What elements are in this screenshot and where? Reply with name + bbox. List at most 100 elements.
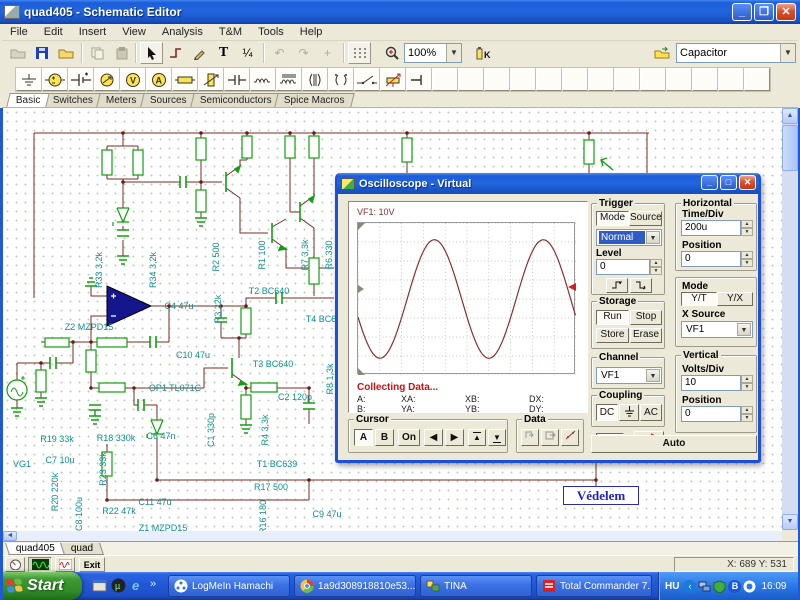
component-label[interactable]: C9 47u: [312, 509, 341, 519]
task-button-3[interactable]: TINA: [420, 575, 532, 597]
component-label[interactable]: R3 22k: [213, 295, 223, 324]
timediv-spinner[interactable]: 200u ▲ ▼: [681, 220, 753, 236]
oscilloscope-icon[interactable]: [28, 557, 52, 572]
timediv-up-icon[interactable]: ▲: [741, 220, 753, 228]
menu-tm[interactable]: T&M: [219, 26, 242, 38]
switch-icon[interactable]: [353, 67, 381, 92]
store-button[interactable]: Store: [596, 328, 629, 343]
trigger-mode-select[interactable]: Normal ▼: [596, 229, 662, 246]
xsource-dropdown-arrow[interactable]: ▼: [737, 323, 751, 336]
oscilloscope-titlebar[interactable]: Oscilloscope - Virtual _ □ ✕: [337, 173, 759, 194]
palette-tab-meters[interactable]: Meters: [96, 93, 147, 107]
coupling-ac-button[interactable]: AC: [640, 404, 662, 421]
quicklaunch-chevron-icon[interactable]: »: [150, 578, 156, 590]
transformer-icon[interactable]: [301, 67, 329, 92]
channel-select[interactable]: VF1 ▼: [596, 367, 662, 384]
paste-icon[interactable]: [110, 42, 133, 64]
component-label[interactable]: VG1: [13, 459, 31, 469]
inductor-icon[interactable]: [249, 67, 277, 92]
ammeter-icon[interactable]: A: [145, 67, 173, 92]
component-label[interactable]: R2 500: [211, 242, 221, 271]
vertical-scrollbar[interactable]: ▲ ▼: [782, 108, 798, 530]
crosshair-icon[interactable]: +: [316, 42, 339, 64]
coupling-ground-button[interactable]: [619, 404, 639, 421]
component-label[interactable]: T2 BC640: [249, 286, 290, 296]
redo-icon[interactable]: ↷: [292, 42, 315, 64]
data-curve-icon[interactable]: [561, 429, 579, 446]
cursor-b-button[interactable]: B: [375, 429, 394, 446]
component-label[interactable]: R17 500: [254, 482, 288, 492]
inductor-core-icon[interactable]: [275, 67, 303, 92]
current-generator-icon[interactable]: [93, 67, 121, 92]
coupled-inductor-icon[interactable]: [327, 67, 355, 92]
shield-tray-icon[interactable]: [713, 579, 726, 594]
cursor-on-button[interactable]: On: [398, 429, 420, 446]
auto-button[interactable]: Auto: [591, 435, 757, 453]
save-icon[interactable]: [30, 42, 53, 64]
voltage-source-icon[interactable]: [41, 67, 69, 92]
voltmeter-icon[interactable]: V: [119, 67, 147, 92]
grid-toggle-icon[interactable]: [348, 42, 371, 64]
signal-analyzer-icon[interactable]: [55, 557, 75, 572]
data-import-icon[interactable]: [521, 429, 539, 446]
component-label[interactable]: C6 47n: [146, 431, 175, 441]
trigger-mode-dropdown-arrow[interactable]: ▼: [646, 231, 660, 244]
quicklaunch-ie-icon[interactable]: e: [130, 578, 146, 594]
voltsdiv-spinner[interactable]: 10 ▲ ▼: [681, 375, 753, 391]
component-label[interactable]: T1 BC639: [257, 459, 298, 469]
component-label[interactable]: C7 10u: [45, 455, 74, 465]
cursor-bottom-icon[interactable]: ▼: [488, 429, 506, 446]
yt-mode-button[interactable]: Y/T: [681, 292, 717, 306]
component-label[interactable]: R6 330: [324, 240, 334, 269]
component-label[interactable]: R18 330k: [97, 433, 136, 443]
scroll-up-icon[interactable]: ▲: [782, 108, 798, 124]
erase-button[interactable]: Erase: [630, 328, 662, 343]
scope-close-button[interactable]: ✕: [739, 175, 756, 190]
component-label[interactable]: R34 3,2k: [148, 252, 158, 288]
trigger-mode-button[interactable]: Mode: [596, 211, 629, 226]
cursor-a-button[interactable]: A: [354, 429, 373, 446]
zoom-icon[interactable]: [380, 42, 403, 64]
exit-button[interactable]: Exit: [79, 557, 105, 572]
horizontal-scrollbar[interactable]: ◄: [3, 531, 782, 541]
data-export-icon[interactable]: [541, 429, 559, 446]
minimize-button[interactable]: _: [732, 3, 752, 21]
palette-tab-sources[interactable]: Sources: [140, 93, 197, 107]
vertical-scroll-thumb[interactable]: [782, 125, 798, 171]
menu-help[interactable]: Help: [300, 26, 323, 38]
component-label[interactable]: T3 BC640: [253, 359, 294, 369]
meter-icon[interactable]: [5, 557, 25, 572]
logmein-tray-icon[interactable]: ‹: [683, 579, 697, 593]
wire-tool-icon[interactable]: [164, 42, 187, 64]
network-tray-icon[interactable]: [698, 580, 711, 593]
yx-mode-button[interactable]: Y/X: [717, 292, 753, 306]
battery-1k-icon[interactable]: K: [472, 42, 495, 64]
component-label[interactable]: C8 100u: [74, 497, 84, 531]
cursor-right-icon[interactable]: ▶: [445, 429, 464, 446]
zoom-dropdown-arrow[interactable]: ▼: [446, 44, 461, 62]
menu-tools[interactable]: Tools: [258, 26, 284, 38]
menu-insert[interactable]: Insert: [79, 26, 107, 38]
potentiometer-icon[interactable]: [197, 67, 225, 92]
oscilloscope-dialog[interactable]: Oscilloscope - Virtual _ □ ✕ VF1: 10V Co…: [335, 173, 761, 463]
sheet-tab-quad405[interactable]: quad405: [5, 542, 66, 555]
level-up-icon[interactable]: ▲: [650, 259, 662, 267]
text-tool-icon[interactable]: T: [212, 42, 235, 64]
scope-minimize-button[interactable]: _: [701, 175, 718, 190]
v-position-spinner[interactable]: 0 ▲ ▼: [681, 406, 753, 422]
component-label[interactable]: C10 47u: [176, 350, 210, 360]
language-indicator[interactable]: HU: [665, 581, 679, 592]
quicklaunch-utorrent-icon[interactable]: µ: [111, 578, 127, 594]
terminal-icon[interactable]: [405, 67, 433, 92]
pencil-tool-icon[interactable]: [188, 42, 211, 64]
component-label[interactable]: R33 3,2k: [94, 252, 104, 288]
battery-icon[interactable]: [67, 67, 95, 92]
xsource-select[interactable]: VF1 ▼: [681, 321, 753, 338]
task-button-4[interactable]: Total Commander 7....: [536, 575, 652, 597]
component-label[interactable]: R16 180: [258, 500, 268, 534]
component-label[interactable]: C4 47u: [164, 301, 193, 311]
bluetooth-tray-icon[interactable]: B: [728, 579, 742, 593]
trigger-level-spinner[interactable]: 0 ▲ ▼: [596, 259, 662, 275]
voltsdiv-up-icon[interactable]: ▲: [741, 375, 753, 383]
open-icon[interactable]: [6, 42, 29, 64]
